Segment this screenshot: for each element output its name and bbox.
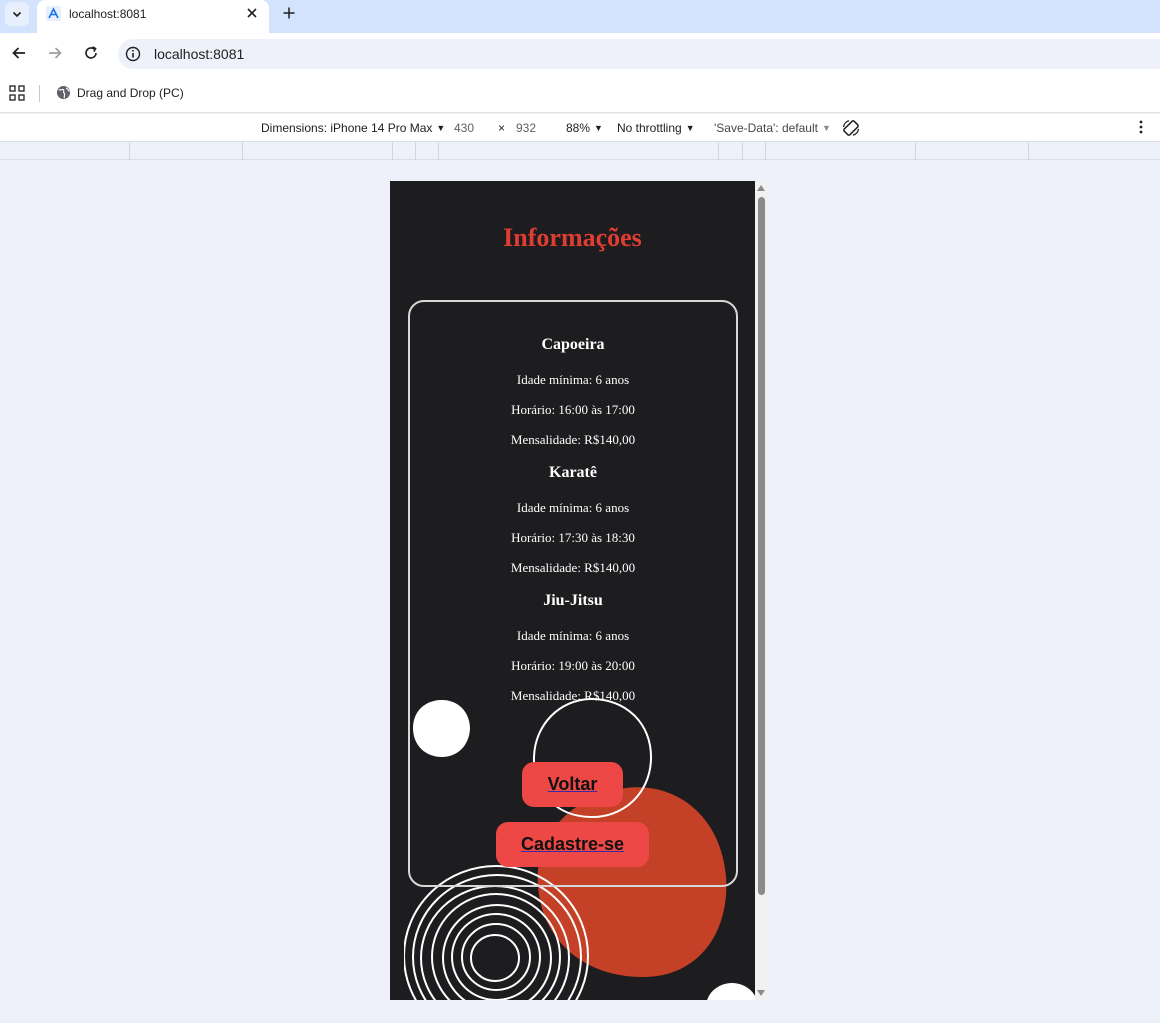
page-title: Informações <box>503 223 642 252</box>
scroll-up-arrow[interactable] <box>757 185 765 191</box>
sport-min-age: Idade mínima: 6 anos <box>516 628 630 643</box>
more-options-icon[interactable] <box>1138 120 1144 134</box>
tab-search-button[interactable] <box>5 2 29 26</box>
url-text[interactable]: localhost:8081 <box>154 46 244 62</box>
save-data-select[interactable]: 'Save-Data': default ▼ <box>714 121 831 135</box>
back-button[interactable] <box>9 43 29 63</box>
globe-icon <box>56 85 71 100</box>
zoom-select[interactable]: 88% ▼ <box>566 121 603 135</box>
address-bar[interactable]: localhost:8081 <box>118 39 1160 69</box>
device-width-input[interactable]: 430 <box>454 121 474 135</box>
chevron-down-icon <box>12 11 22 18</box>
voltar-button[interactable]: Voltar <box>522 762 623 807</box>
apps-grid-icon[interactable] <box>9 85 25 101</box>
sport-schedule: Horário: 17:30 às 18:30 <box>511 530 635 545</box>
device-toolbar: Dimensions: iPhone 14 Pro Max ▼ 430 × 932… <box>0 114 1160 141</box>
sport-name-capoeira: Capoeira <box>541 336 605 353</box>
device-viewport: Informações Capoeira Idade mínima: 6 ano… <box>390 181 755 1000</box>
arrow-left-icon <box>12 47 25 59</box>
device-dimensions-select[interactable]: Dimensions: iPhone 14 Pro Max ▼ <box>261 121 445 135</box>
tab-strip: localhost:8081 <box>0 0 1160 33</box>
sport-monthly-fee: Mensalidade: R$140,00 <box>510 432 636 447</box>
bookmark-drag-and-drop[interactable]: Drag and Drop (PC) <box>77 86 184 100</box>
tab-close-button[interactable] <box>244 5 260 21</box>
media-query-ruler[interactable] <box>0 141 1160 160</box>
browser-toolbar: localhost:8081 <box>0 33 1160 73</box>
white-circle-corner-decoration <box>707 983 755 1000</box>
scroll-thumb[interactable] <box>758 197 765 895</box>
app-favicon-icon <box>46 6 61 21</box>
device-height-input[interactable]: 932 <box>516 121 536 135</box>
sport-schedule: Horário: 16:00 às 17:00 <box>511 402 635 417</box>
arrow-right-icon <box>49 47 62 59</box>
site-info-icon[interactable] <box>125 46 141 62</box>
sport-schedule: Horário: 19:00 às 20:00 <box>511 658 635 673</box>
sport-name-jiu-jitsu: Jiu-Jitsu <box>543 592 603 609</box>
plus-icon <box>283 7 295 19</box>
throttling-select[interactable]: No throttling ▼ <box>617 121 695 135</box>
bookmarks-separator <box>39 85 40 102</box>
tab-title: localhost:8081 <box>69 7 147 21</box>
browser-tab[interactable]: localhost:8081 <box>37 0 269 33</box>
scroll-down-arrow[interactable] <box>757 990 765 996</box>
close-icon <box>247 8 257 18</box>
sport-min-age: Idade mínima: 6 anos <box>516 500 630 515</box>
sport-min-age: Idade mínima: 6 anos <box>516 372 630 387</box>
rotate-device-icon[interactable] <box>841 118 861 138</box>
dimension-times-symbol: × <box>498 121 506 135</box>
cadastre-se-button[interactable]: Cadastre-se <box>496 822 649 867</box>
sport-monthly-fee: Mensalidade: R$140,00 <box>510 688 636 703</box>
new-tab-button[interactable] <box>280 4 298 22</box>
bookmarks-bar: Drag and Drop (PC) <box>0 73 1160 113</box>
forward-button[interactable] <box>45 43 65 63</box>
reload-icon <box>85 46 97 59</box>
reload-button[interactable] <box>81 43 101 63</box>
sport-name-karate: Karatê <box>549 464 597 481</box>
viewport-scrollbar[interactable] <box>755 181 768 1000</box>
sport-monthly-fee: Mensalidade: R$140,00 <box>510 560 636 575</box>
